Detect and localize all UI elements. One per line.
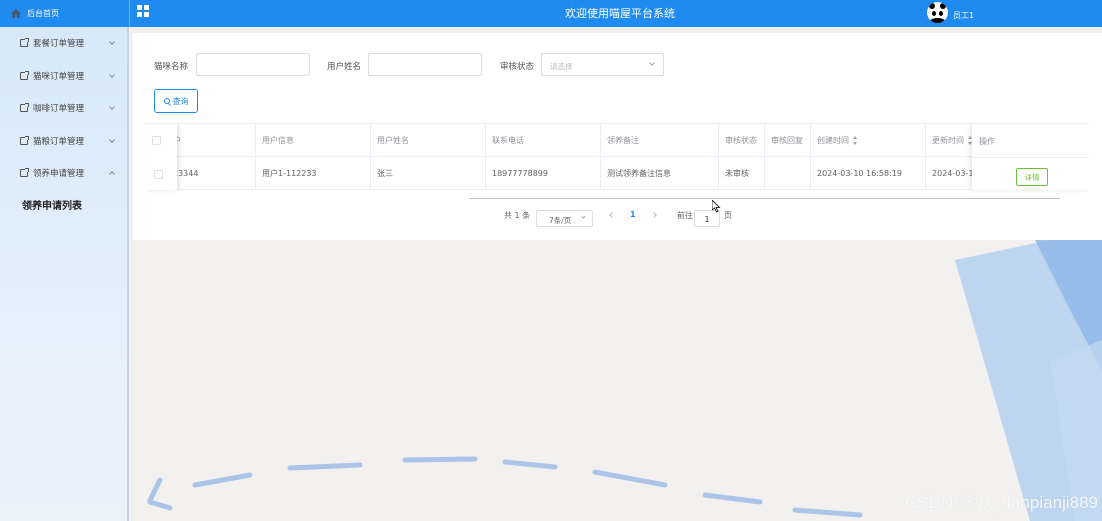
horizontal-scrollbar[interactable] [469,198,1061,199]
username: 员工1 [953,10,975,20]
cell-remark: 测试领养备注信息 [601,157,719,190]
col-header-action: 操作 [979,137,995,146]
watermark: CSDN @vx_danpianji889 [904,493,1098,512]
cell-account: 23344 [167,157,256,190]
document-icon [20,70,29,80]
cell-status: 未审核 [719,157,765,190]
user-menu[interactable]: 员工1 [927,2,974,23]
menu-grid-icon[interactable] [137,5,149,17]
chevron-down-icon [109,136,115,143]
chevron-down-icon [109,71,115,78]
chevron-down-icon [109,104,115,110]
sidebar-subitem-adoption-list[interactable]: 领养申请列表 [0,190,127,220]
sidebar-item-cat-orders[interactable]: 猫咪订单管理 [0,60,127,93]
cell-reply [765,157,811,190]
data-table: 户 用户信息 用户姓名 联系电话 领养备注 审核状态 审核回复 创建时间 更新时… [145,123,1090,199]
avatar [927,2,948,23]
fixed-action-column: 操作 详情 [972,124,1090,190]
home-label: 后台首页 [27,9,59,18]
document-icon [20,103,29,113]
home-link[interactable]: 后台首页 [0,0,129,27]
home-icon [11,9,21,18]
content-card: 猫咪名称 用户姓名 审核状态 请选择 查询 户 用户信息 用户姓名 联系电话 领… [133,33,1102,240]
detail-button[interactable]: 详情 [1016,168,1048,186]
status-select[interactable]: 请选择 [541,53,664,76]
cell-user-name: 张三 [371,157,486,190]
sidebar-item-label: 领养申请管理 [33,169,85,180]
col-header: 审核状态 [719,124,765,157]
prev-page-icon[interactable] [609,212,615,218]
cat-name-input[interactable] [196,53,310,76]
background-decoration: CSDN @vx_danpianji889 [130,240,1102,521]
pagination-total: 共 1 条 [504,211,531,220]
page-size-select[interactable]: 7条/页 [536,210,593,227]
col-header-label: 创建时间 [817,136,849,145]
table-header: 户 用户信息 用户姓名 联系电话 领养备注 审核状态 审核回复 创建时间 更新时… [145,124,1090,157]
document-icon [20,168,29,178]
sidebar-item-label: 猫粮订单管理 [33,136,85,147]
mouse-cursor-icon [712,200,721,213]
sidebar: 套餐订单管理 猫咪订单管理 咖啡订单管理 猫粮订单管理 领养申请管理 领养申请列… [0,27,129,521]
cell-user-info: 用户1-112233 [256,157,371,190]
document-icon [20,38,29,48]
status-placeholder: 请选择 [550,62,573,71]
fixed-checkbox-column [145,124,177,190]
sidebar-item-label: 猫咪订单管理 [33,71,85,82]
col-header: 领养备注 [601,124,719,157]
sidebar-item-package-orders[interactable]: 套餐订单管理 [0,27,127,60]
col-header: 户 [167,124,256,157]
chevron-down-icon [649,60,655,66]
col-header: 用户信息 [256,124,371,157]
search-icon [163,98,170,104]
document-icon [20,135,29,145]
cell-phone: 18977778899 [486,157,601,190]
chevron-up-icon [109,171,115,177]
search-button[interactable]: 查询 [154,89,198,113]
status-label: 审核状态 [500,62,535,72]
page-size-value: 7条/页 [549,216,572,225]
sort-icon[interactable] [853,136,858,145]
user-name-label: 用户姓名 [327,62,362,72]
col-header: 联系电话 [486,124,601,157]
col-header-created[interactable]: 创建时间 [811,124,926,157]
table-row: 23344 用户1-112233 张三 18977778899 测试领养备注信息… [145,157,1090,190]
row-checkbox[interactable] [154,170,163,179]
col-header-label: 更新时间 [932,136,964,145]
sidebar-item-label: 套餐订单管理 [33,39,85,50]
cat-name-label: 猫咪名称 [154,62,189,72]
page-number-current[interactable]: 1 [630,210,636,219]
user-name-input[interactable] [368,53,482,76]
page-title: 欢迎使用喵屋平台系统 [565,7,675,20]
top-bar: 后台首页 欢迎使用喵屋平台系统 员工1 [0,0,1102,27]
sidebar-item-catfood-orders[interactable]: 猫粮订单管理 [0,125,127,158]
divider [129,0,130,27]
col-header: 审核回复 [765,124,811,157]
sidebar-item-adoption[interactable]: 领养申请管理 [0,157,127,190]
page-suffix: 页 [724,211,732,220]
select-all-checkbox[interactable] [152,136,161,145]
chevron-down-icon [581,214,586,219]
sidebar-item-label: 咖啡订单管理 [33,104,85,115]
col-header: 用户姓名 [371,124,486,157]
cell-created: 2024-03-10 16:58:19 [811,157,926,190]
chevron-down-icon [109,39,115,45]
goto-label: 前往 [677,211,693,220]
search-button-label: 查询 [172,96,189,106]
next-page-icon[interactable] [651,212,657,218]
sidebar-item-coffee-orders[interactable]: 咖啡订单管理 [0,92,127,125]
